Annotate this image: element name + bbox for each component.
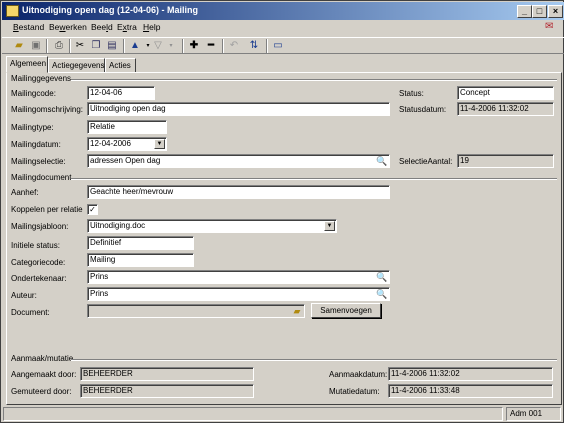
jabloon-field[interactable]: Uitnodiging.doc ▼: [87, 219, 337, 233]
omschrijving-label: Mailingomschrijving:: [11, 105, 84, 114]
ondertekenaar-value: Prins: [90, 272, 109, 281]
menu-beeld[interactable]: Beeld: [91, 22, 113, 32]
menu-bestand[interactable]: Bestand: [13, 22, 44, 32]
print-icon[interactable]: ⎙: [51, 39, 67, 53]
jabloon-value: Uitnodiging.doc: [90, 221, 146, 230]
section-title-mailingdocument: Mailingdocument: [11, 173, 72, 182]
menu-bar: Bestand Bewerken Beeld Extra Help ✉: [2, 20, 564, 36]
selectieaantal-field: 19: [457, 154, 554, 168]
open-folder-icon[interactable]: ▰: [11, 39, 27, 53]
mutatiedatum-field: 11-4-2006 11:33:48: [388, 384, 553, 398]
section-title-aanmaak: Aanmaak/mutatie: [11, 354, 74, 363]
ondertekenaar-field[interactable]: Prins 🔍: [87, 270, 390, 284]
categoriecode-field[interactable]: Mailing: [87, 253, 194, 267]
gemuteerd-field: BEHEERDER: [80, 384, 254, 398]
koppelen-label: Koppelen per relatie: [11, 205, 83, 214]
add-icon[interactable]: ✚: [186, 39, 202, 53]
mailingcode-label: Mailingcode:: [11, 89, 56, 98]
menu-extra[interactable]: Extra: [117, 22, 137, 32]
chevron-down-icon[interactable]: ▼: [154, 139, 165, 149]
search-icon[interactable]: 🔍: [376, 271, 388, 283]
mdi-icon[interactable]: ✉: [545, 21, 559, 34]
close-button[interactable]: ×: [548, 5, 563, 18]
menu-bewerken[interactable]: Bewerken: [49, 22, 87, 32]
auteur-value: Prins: [90, 289, 109, 298]
down-dropdown-icon[interactable]: ▾: [163, 39, 179, 53]
open-folder-icon[interactable]: ▰: [291, 305, 303, 317]
status-bar: Adm 001: [3, 407, 563, 422]
mailingtype-field[interactable]: Relatie: [87, 120, 167, 134]
tab-acties[interactable]: Acties: [105, 58, 136, 73]
mailingselectie-field[interactable]: adressen Open dag 🔍: [87, 154, 390, 168]
aangemaakt-label: Aangemaakt door:: [11, 370, 77, 379]
omschrijving-field[interactable]: Uitnodiging open dag: [87, 102, 390, 116]
section-title-mailinggegevens: Mailinggegevens: [11, 74, 72, 83]
window-title: Uitnodiging open dag (12-04-06) - Mailin…: [22, 5, 199, 15]
remove-icon[interactable]: ━: [203, 39, 219, 53]
toolbar-separator: [222, 39, 224, 53]
main-window: Uitnodiging open dag (12-04-06) - Mailin…: [0, 0, 564, 423]
paste-icon[interactable]: ▤: [104, 39, 120, 53]
toolbar-separator: [266, 39, 268, 53]
tab-actiegegevens[interactable]: Actiegegevens: [48, 58, 105, 73]
mailingselectie-label: Mailingselectie:: [11, 157, 66, 166]
status-message-cell: [3, 407, 503, 421]
toolbar-separator: [46, 39, 48, 53]
chevron-down-icon[interactable]: ▼: [324, 221, 335, 231]
samenvoegen-button[interactable]: Samenvoegen: [311, 303, 381, 318]
minimize-button[interactable]: _: [517, 5, 532, 18]
ondertekenaar-label: Ondertekenaar:: [11, 274, 67, 283]
aanmaakdatum-label: Aanmaakdatum:: [329, 370, 388, 379]
window-icon[interactable]: ▭: [270, 39, 286, 53]
cut-icon[interactable]: ✂: [72, 39, 88, 53]
auteur-field[interactable]: Prins 🔍: [87, 287, 390, 301]
categoriecode-label: Categoriecode:: [11, 258, 66, 267]
gemuteerd-label: Gemuteerd door:: [11, 387, 72, 396]
toolbar-separator: [182, 39, 184, 53]
auteur-label: Auteur:: [11, 291, 37, 300]
toolbar-separator: [69, 39, 71, 53]
title-bar[interactable]: Uitnodiging open dag (12-04-06) - Mailin…: [2, 2, 564, 20]
aanhef-label: Aanhef:: [11, 188, 39, 197]
statusdatum-field: 11-4-2006 11:32:02: [457, 102, 554, 116]
mailingtype-label: Mailingtype:: [11, 123, 54, 132]
app-icon: [6, 5, 19, 17]
search-icon[interactable]: 🔍: [376, 288, 388, 300]
initiele-status-label: Initiele status:: [11, 241, 60, 250]
aangemaakt-field: BEHEERDER: [80, 367, 254, 381]
copy-icon[interactable]: ❐: [88, 39, 104, 53]
save-icon[interactable]: ▣: [28, 39, 44, 53]
status-field[interactable]: Concept: [457, 86, 554, 100]
section-divider: [71, 79, 557, 81]
tab-algemeen[interactable]: Algemeen: [6, 56, 48, 73]
status-label: Status:: [399, 89, 424, 98]
aanmaakdatum-field: 11-4-2006 11:32:02: [388, 367, 553, 381]
mailingdatum-label: Mailingdatum:: [11, 140, 61, 149]
statusdatum-label: Statusdatum:: [399, 105, 447, 114]
mailingdatum-value: 12-04-2006: [90, 139, 131, 148]
aanhef-field[interactable]: Geachte heer/mevrouw: [87, 185, 390, 199]
status-user-cell: Adm 001: [506, 407, 561, 421]
search-icon[interactable]: 🔍: [376, 155, 388, 167]
initiele-status-field[interactable]: Definitief: [87, 236, 194, 250]
document-field: ▰: [87, 304, 305, 318]
maximize-button[interactable]: □: [532, 5, 547, 18]
toolbar: ▰ ▣ ⎙ ✂ ❐ ▤ ▲ ▾ ▽ ▾ ✚ ━ ↶ ⇅ ▭: [2, 37, 564, 54]
koppelen-checkbox[interactable]: ✓: [87, 204, 98, 215]
undo-icon[interactable]: ↶: [226, 39, 242, 53]
mailingselectie-value: adressen Open dag: [90, 156, 161, 165]
selectieaantal-label: SelectieAantal:: [399, 157, 453, 166]
menu-help[interactable]: Help: [143, 22, 160, 32]
mailingdatum-field[interactable]: 12-04-2006 ▼: [87, 137, 167, 151]
jabloon-label: Mailingsjabloon:: [11, 222, 69, 231]
toolbar-separator: [123, 39, 125, 53]
section-divider: [71, 359, 557, 361]
mailingcode-field[interactable]: 12-04-06: [87, 86, 155, 100]
mutatiedatum-label: Mutatiedatum:: [329, 387, 380, 396]
section-divider: [71, 178, 557, 180]
document-label: Document:: [11, 308, 50, 317]
refresh-icon[interactable]: ⇅: [246, 39, 262, 53]
